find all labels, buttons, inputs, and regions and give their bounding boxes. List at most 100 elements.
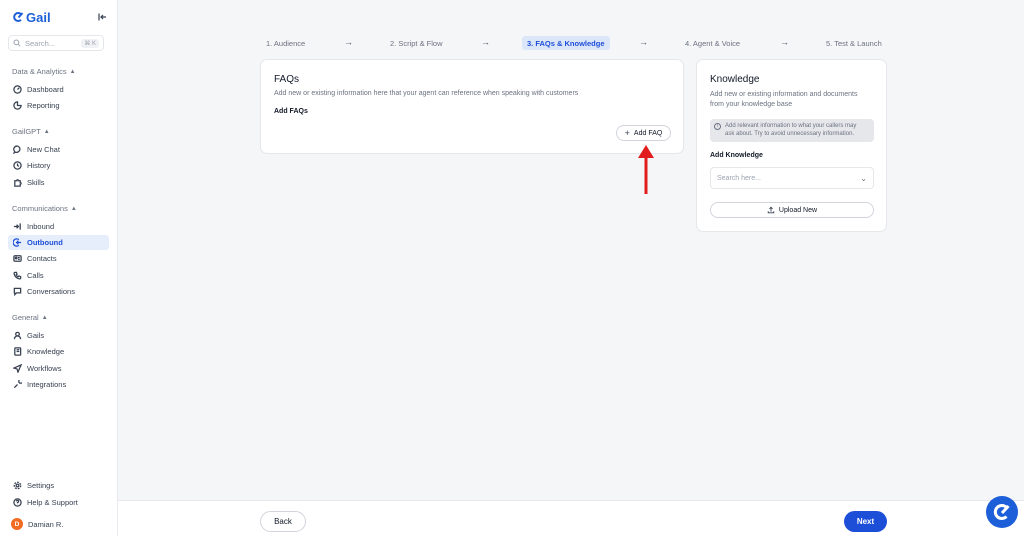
sidebar-item-label: Dashboard <box>27 85 64 94</box>
sidebar-item-label: Knowledge <box>27 347 65 356</box>
sidebar-item-dashboard[interactable]: Dashboard <box>8 82 109 97</box>
footer-bar: Back Next <box>118 500 1024 536</box>
knowledge-title: Knowledge <box>710 74 760 85</box>
outbound-icon <box>13 238 22 247</box>
puzzle-icon <box>14 179 22 187</box>
sidebar-item-outbound[interactable]: Outbound <box>8 235 109 250</box>
sidebar-item-new-chat[interactable]: New Chat <box>8 142 109 157</box>
section-label: Data & Analytics <box>12 67 67 76</box>
reporting-icon <box>13 101 22 110</box>
sidebar-item-label: Workflows <box>27 364 62 373</box>
faqs-subtitle: Add FAQs <box>274 108 308 115</box>
sidebar-item-reporting[interactable]: Reporting <box>8 98 109 113</box>
sidebar-item-integrations[interactable]: Integrations <box>8 377 109 392</box>
sidebar-item-label: Calls <box>27 271 44 280</box>
sidebar-item-label: Settings <box>27 481 55 490</box>
back-button[interactable]: Back <box>260 511 306 532</box>
chevron-down-icon: ⌄ <box>860 173 867 183</box>
caret-up-icon: ▲ <box>69 68 76 75</box>
gail-logo-icon <box>993 504 1010 520</box>
knowledge-description-line: from your knowledge base <box>710 101 793 108</box>
knowledge-search-select[interactable]: Search here... ⌄ <box>710 167 874 189</box>
phone-icon <box>13 271 22 280</box>
sidebar-item-label: Skills <box>27 178 45 187</box>
step-faqs-knowledge[interactable]: 3. FAQs & Knowledge <box>522 36 610 50</box>
sidebar-item-conversations[interactable]: Conversations <box>8 284 109 299</box>
sidebar-item-settings[interactable]: Settings <box>8 478 109 493</box>
next-button[interactable]: Next <box>844 511 887 532</box>
annotation-arrow-icon <box>638 145 654 194</box>
caret-up-icon: ▲ <box>41 314 48 321</box>
collapse-icon <box>98 13 106 21</box>
clock-icon <box>13 161 22 170</box>
search-icon <box>13 39 21 47</box>
knowledge-info-box: i Add relevant information to what your … <box>710 119 874 142</box>
sidebar-item-label: History <box>27 161 51 170</box>
inbound-icon <box>13 223 21 230</box>
sidebar-item-skills[interactable]: Skills <box>8 175 109 190</box>
arrow-right-icon: → <box>481 37 490 47</box>
sidebar-item-calls[interactable]: Calls <box>8 268 109 283</box>
section-gailgpt[interactable]: GailGPT ▲ <box>12 127 50 136</box>
sidebar-item-label: Integrations <box>27 380 67 389</box>
sidebar-item-contacts[interactable]: Contacts <box>8 251 109 266</box>
gail-logo-icon <box>13 12 24 22</box>
section-general[interactable]: General ▲ <box>12 313 48 322</box>
logo-row: Gail <box>12 9 108 25</box>
sidebar-item-label: Inbound <box>27 222 55 231</box>
sidebar-item-knowledge[interactable]: Knowledge <box>8 344 109 359</box>
logo[interactable]: Gail <box>12 10 51 25</box>
knowledge-card: Knowledge Add new or existing informatio… <box>696 59 887 232</box>
section-communications[interactable]: Communications ▲ <box>12 204 77 213</box>
sidebar-item-label: Outbound <box>27 238 63 247</box>
step-audience[interactable]: 1. Audience <box>261 36 310 50</box>
step-script-flow[interactable]: 2. Script & Flow <box>385 36 448 50</box>
knowledge-description: Add new or existing information and docu… <box>710 90 857 110</box>
upload-icon <box>767 206 775 214</box>
arrow-right-icon: → <box>344 37 353 47</box>
brand-name: Gail <box>26 9 51 25</box>
sidebar-item-label: New Chat <box>27 145 60 154</box>
caret-up-icon: ▲ <box>43 128 50 135</box>
user-name: Damian R. <box>28 519 64 529</box>
sidebar-item-gails[interactable]: Gails <box>8 328 109 343</box>
step-test-launch[interactable]: 5. Test & Launch <box>821 36 887 50</box>
knowledge-description-line: Add new or existing information and docu… <box>710 91 858 98</box>
arrow-right-icon: → <box>639 37 648 47</box>
step-agent-voice[interactable]: 4. Agent & Voice <box>680 36 745 50</box>
contact-card-icon <box>13 255 22 262</box>
sidebar-search[interactable]: Search... ⌘ K <box>8 35 104 51</box>
sidebar-item-inbound[interactable]: Inbound <box>8 219 109 234</box>
add-faq-button[interactable]: + Add FAQ <box>616 125 671 141</box>
chat-bubble-icon <box>13 145 21 154</box>
collapse-sidebar-button[interactable] <box>96 11 108 23</box>
section-label: GailGPT <box>12 127 41 136</box>
sidebar-item-history[interactable]: History <box>8 158 109 173</box>
send-icon <box>13 364 22 373</box>
sidebar-item-label: Conversations <box>27 287 75 296</box>
sidebar-item-label: Reporting <box>27 101 60 110</box>
sidebar-item-label: Contacts <box>27 254 57 263</box>
select-placeholder: Search here... <box>717 174 761 182</box>
support-chat-button[interactable] <box>986 496 1018 528</box>
sidebar-item-workflows[interactable]: Workflows <box>8 361 109 376</box>
info-icon: i <box>714 123 721 130</box>
gear-icon <box>13 481 22 490</box>
upload-label: Upload New <box>778 206 818 214</box>
wrench-icon <box>13 380 22 389</box>
info-text-line: Add relevant information to what your ca… <box>725 123 857 129</box>
section-data-analytics[interactable]: Data & Analytics ▲ <box>12 67 76 76</box>
agent-icon <box>13 331 22 340</box>
dashboard-icon <box>13 85 22 94</box>
sidebar-item-label: Gails <box>27 331 45 340</box>
upload-new-button[interactable]: Upload New <box>710 202 874 218</box>
search-placeholder: Search... <box>25 38 56 48</box>
sidebar-item-help-support[interactable]: Help & Support <box>8 495 109 510</box>
user-profile[interactable]: D Damian R. <box>11 518 63 530</box>
caret-up-icon: ▲ <box>70 205 77 212</box>
arrow-right-icon: → <box>780 37 789 47</box>
faqs-card: FAQs Add new or existing information her… <box>260 59 684 154</box>
sidebar-item-label: Help & Support <box>27 498 78 507</box>
search-shortcut: ⌘ K <box>81 38 99 48</box>
messages-icon <box>13 287 22 296</box>
